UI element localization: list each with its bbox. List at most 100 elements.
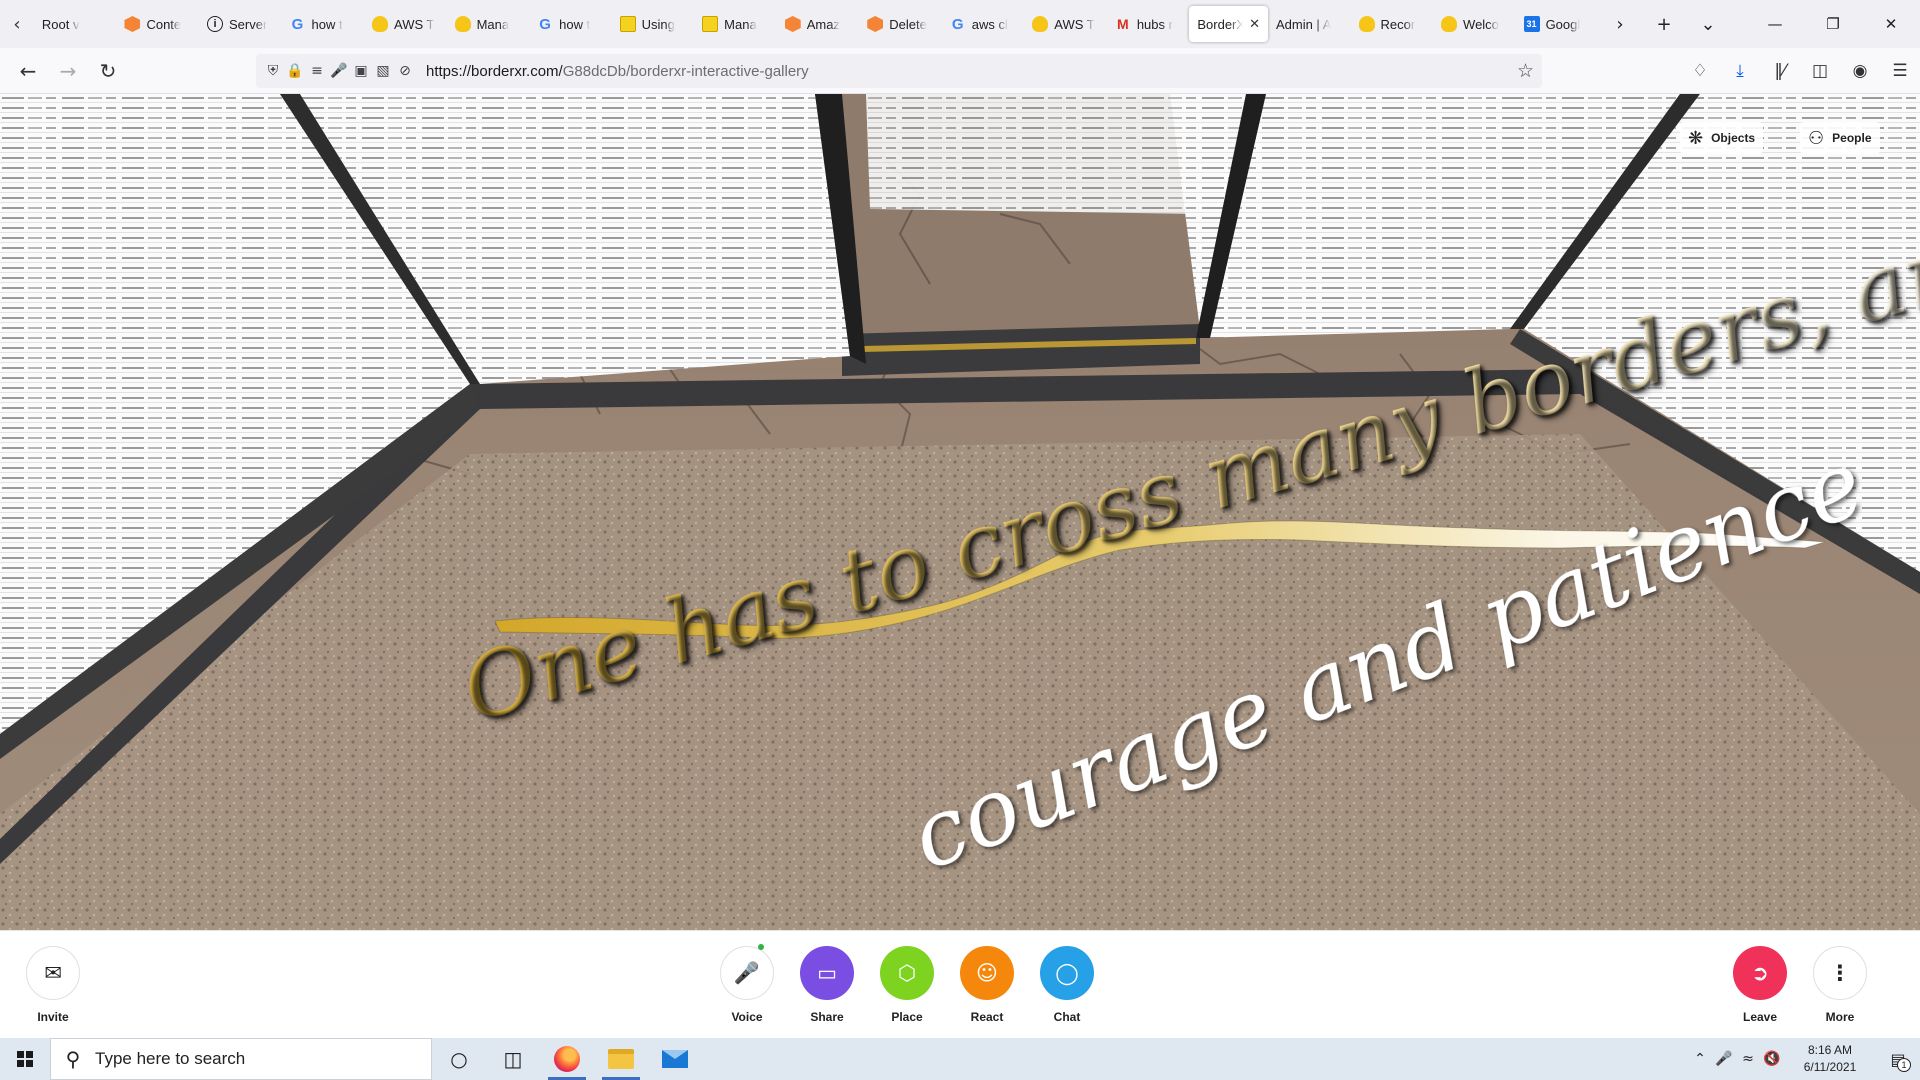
back-icon[interactable]: ← (8, 51, 48, 91)
duck-icon (1358, 16, 1375, 32)
tab-title: BorderX (1197, 16, 1244, 32)
url-bar[interactable]: ⛨ 🔒 ≡ 🎤 ▣ ▧ ⊘ https://borderxr.com/G88dc… (256, 54, 1542, 88)
tab-title: aws cl (971, 16, 1008, 32)
menu-icon[interactable]: ☰ (1880, 51, 1920, 91)
system-tray: ⌃ 🎤 ≈ 🔇 8:16 AM 6/11/2021 ▤ 1 (1688, 1038, 1920, 1080)
share-button[interactable]: ▭ Share (787, 946, 867, 1024)
microphone-tray-icon[interactable]: 🎤 (1712, 1051, 1736, 1067)
clock[interactable]: 8:16 AM 6/11/2021 (1784, 1042, 1876, 1076)
tracking-shield-icon[interactable]: ⛨ (262, 60, 284, 82)
pocket-icon[interactable]: ♢ (1680, 51, 1720, 91)
place-button[interactable]: ⬡ Place (867, 946, 947, 1024)
duck-icon (1441, 16, 1458, 32)
microphone-active-icon[interactable]: 🎤 (328, 60, 350, 82)
aws-cube-icon (867, 16, 884, 32)
bookmark-star-icon[interactable]: ☆ (1517, 60, 1534, 82)
search-placeholder: Type here to search (95, 1049, 246, 1068)
tab[interactable]: Recor (1351, 6, 1434, 42)
autoplay-blocked-icon[interactable]: ⊘ (394, 60, 416, 82)
notifications-button[interactable]: ▤ 1 (1876, 1038, 1920, 1080)
chat-bubble-icon: ◯ (1040, 946, 1094, 1000)
tab[interactable]: Mana (694, 6, 777, 42)
people-button[interactable]: ⚇ People (1800, 122, 1880, 154)
leave-button[interactable]: ➲ Leave (1720, 946, 1800, 1024)
scroll-tabs-left-icon[interactable]: ‹ (0, 0, 34, 48)
tab[interactable]: Mana (447, 6, 530, 42)
start-button[interactable] (0, 1038, 50, 1080)
tab[interactable]: Root v (34, 6, 117, 42)
new-tab-icon[interactable]: + (1642, 4, 1686, 44)
objects-button[interactable]: ❋ Objects (1680, 122, 1764, 154)
tab[interactable]: AWS T (364, 6, 447, 42)
tab[interactable]: Admin | A (1268, 6, 1351, 42)
firefox-taskbar-button[interactable] (540, 1038, 594, 1080)
url-text[interactable]: https://borderxr.com/G88dcDb/borderxr-in… (426, 63, 809, 80)
aws-cube-icon (784, 16, 801, 32)
windows-logo-icon (17, 1051, 33, 1067)
objects-label: Objects (1711, 131, 1756, 145)
more-button[interactable]: ⋮ More (1800, 946, 1880, 1024)
tab[interactable]: Using (612, 6, 695, 42)
tab[interactable]: Gaws cl (942, 6, 1025, 42)
leave-label: Leave (1742, 1010, 1778, 1024)
tab[interactable]: Ghow t (282, 6, 365, 42)
folder-icon (608, 1049, 634, 1069)
tab[interactable]: Welco (1433, 6, 1516, 42)
tab-title: Googl (1545, 16, 1581, 32)
tab[interactable]: Conte (116, 6, 199, 42)
mail-taskbar-button[interactable] (648, 1038, 702, 1080)
camera-blocked-icon[interactable]: ▣ (350, 60, 372, 82)
tab[interactable]: Mhubs r (1107, 6, 1190, 42)
close-window-icon[interactable]: ✕ (1862, 4, 1920, 44)
search-icon: ⚲ (65, 1047, 81, 1071)
tab[interactable]: AWS T (1024, 6, 1107, 42)
vr-scene-canvas[interactable]: One has to cross many borders, and it ta… (0, 94, 1920, 930)
library-icon[interactable]: ‖⁄ (1760, 51, 1800, 91)
chat-button[interactable]: ◯ Chat (1027, 946, 1107, 1024)
account-icon[interactable]: ◉ (1840, 51, 1880, 91)
lock-icon[interactable]: 🔒 (284, 60, 306, 82)
people-icon: ⚇ (1808, 127, 1825, 149)
show-hidden-icons-icon[interactable]: ⌃ (1688, 1051, 1712, 1067)
forward-icon[interactable]: → (48, 51, 88, 91)
permissions-icon[interactable]: ≡ (306, 60, 328, 82)
tab-active[interactable]: BorderX ✕ (1189, 6, 1268, 42)
toolbar-right: ♢ ⤓ ‖⁄ ◫ ◉ ☰ (1680, 48, 1920, 94)
cortana-icon[interactable]: ○ (432, 1038, 486, 1080)
tab[interactable]: Delete (859, 6, 942, 42)
voice-button[interactable]: 🎤 Voice (707, 944, 787, 1024)
close-tab-icon[interactable]: ✕ (1249, 16, 1260, 32)
list-all-tabs-icon[interactable]: ⌄ (1686, 4, 1730, 44)
tab-title: Welco (1463, 16, 1499, 32)
place-label: Place (891, 1010, 923, 1024)
minimize-icon[interactable]: — (1746, 4, 1804, 44)
downloads-icon[interactable]: ⤓ (1720, 51, 1760, 91)
sidebar-icon[interactable]: ◫ (1800, 51, 1840, 91)
tab[interactable]: Amaz (777, 6, 860, 42)
reload-icon[interactable]: ↻ (88, 51, 128, 91)
clock-time: 8:16 AM (1807, 1043, 1853, 1057)
google-icon: G (951, 15, 964, 33)
info-icon: i (206, 16, 223, 32)
restore-icon[interactable]: ❐ (1804, 4, 1862, 44)
volume-muted-icon[interactable]: 🔇 (1760, 1051, 1784, 1067)
url-host: https://borderxr.com/ (426, 62, 563, 80)
envelope-icon: ✉ (26, 946, 80, 1000)
more-label: More (1825, 1010, 1855, 1024)
task-view-icon[interactable]: ◫ (486, 1038, 540, 1080)
more-dots-icon: ⋮ (1813, 946, 1867, 1000)
tab[interactable]: 31 Googl (1516, 6, 1598, 42)
tab[interactable]: i Server (199, 6, 282, 42)
duck-icon (454, 16, 471, 32)
duck-icon (372, 16, 389, 32)
share-label: Share (810, 1010, 844, 1024)
taskbar-search[interactable]: ⚲ Type here to search (50, 1038, 432, 1080)
tab[interactable]: Ghow t (529, 6, 612, 42)
screen-share-blocked-icon[interactable]: ▧ (372, 60, 394, 82)
wifi-icon[interactable]: ≈ (1736, 1051, 1760, 1067)
file-explorer-taskbar-button[interactable] (594, 1038, 648, 1080)
scroll-tabs-right-icon[interactable]: › (1598, 4, 1642, 44)
invite-button[interactable]: ✉ Invite (13, 946, 93, 1024)
react-button[interactable]: ☺ React (947, 946, 1027, 1024)
clock-date: 6/11/2021 (1803, 1060, 1857, 1074)
